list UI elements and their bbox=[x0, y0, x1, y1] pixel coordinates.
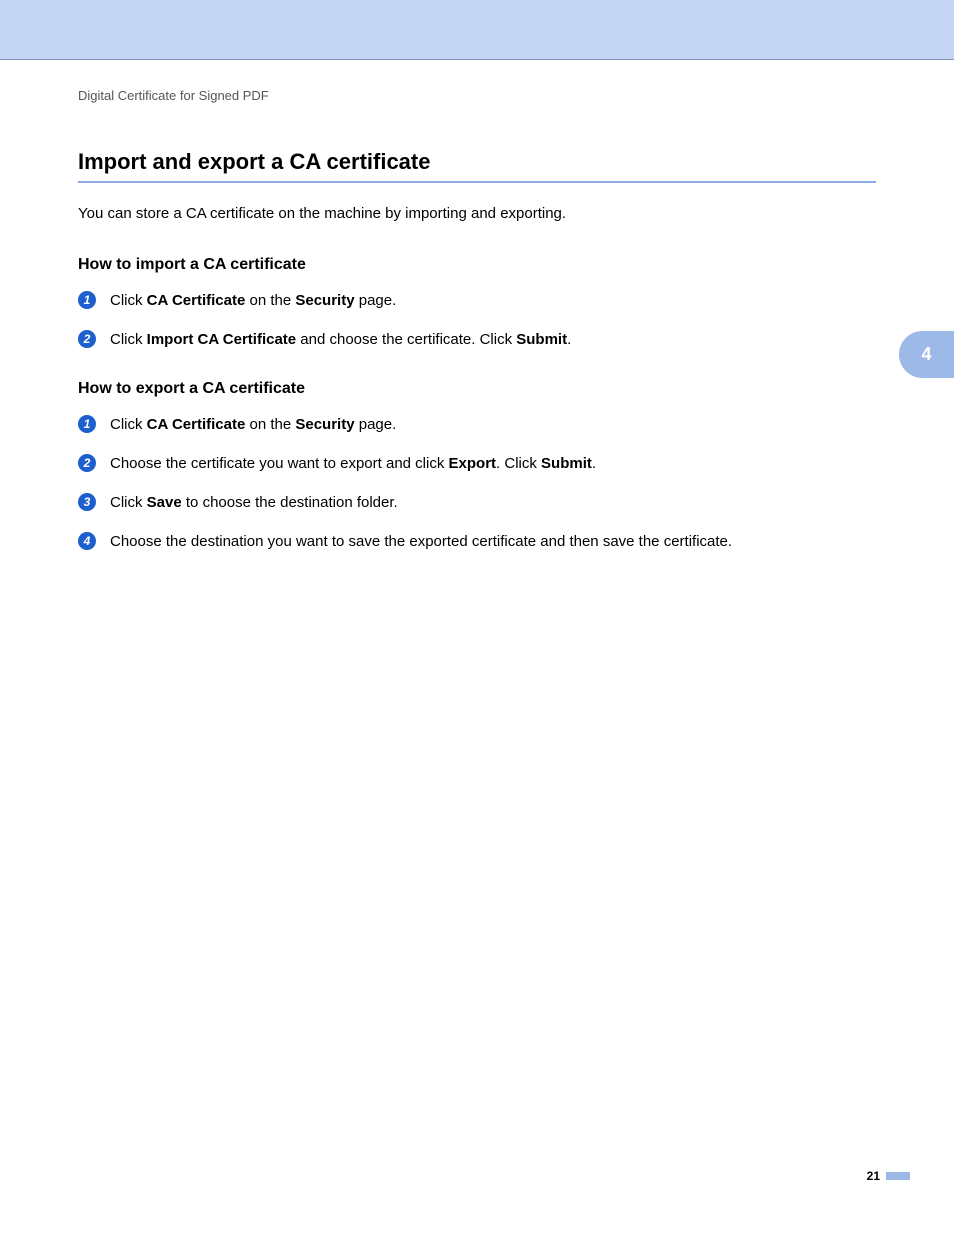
step-text-bold: Security bbox=[295, 416, 354, 433]
step-text-part: on the bbox=[245, 416, 295, 433]
step-number-icon: 2 bbox=[78, 454, 96, 472]
breadcrumb: Digital Certificate for Signed PDF bbox=[78, 88, 876, 103]
page-number: 21 bbox=[867, 1169, 880, 1183]
export-step: 2 Choose the certificate you want to exp… bbox=[78, 453, 876, 474]
step-text: Click Import CA Certificate and choose t… bbox=[110, 329, 876, 350]
step-number-icon: 3 bbox=[78, 493, 96, 511]
step-text-bold: Export bbox=[449, 455, 497, 472]
step-text-part: Click bbox=[110, 416, 147, 433]
footer-accent-bar bbox=[886, 1172, 910, 1180]
import-step: 2 Click Import CA Certificate and choose… bbox=[78, 329, 876, 350]
step-text: Click Save to choose the destination fol… bbox=[110, 492, 876, 513]
chapter-tab: 4 bbox=[899, 331, 954, 378]
step-number-icon: 4 bbox=[78, 532, 96, 550]
step-text: Choose the destination you want to save … bbox=[110, 531, 876, 552]
step-text-bold: Security bbox=[295, 292, 354, 309]
step-text-part: . Click bbox=[496, 455, 541, 472]
intro-paragraph: You can store a CA certificate on the ma… bbox=[78, 205, 876, 222]
step-text-part: Click bbox=[110, 494, 147, 511]
step-number-icon: 1 bbox=[78, 291, 96, 309]
step-text-part: Choose the destination you want to save … bbox=[110, 533, 732, 550]
page-title: Import and export a CA certificate bbox=[78, 149, 876, 183]
step-text-bold: Submit bbox=[541, 455, 592, 472]
step-text: Choose the certificate you want to expor… bbox=[110, 453, 876, 474]
step-text-part: and choose the certificate. Click bbox=[296, 331, 516, 348]
import-heading: How to import a CA certificate bbox=[78, 256, 876, 274]
header-band bbox=[0, 0, 954, 60]
page-content: Digital Certificate for Signed PDF Impor… bbox=[0, 60, 954, 552]
step-text: Click CA Certificate on the Security pag… bbox=[110, 290, 876, 311]
export-heading: How to export a CA certificate bbox=[78, 380, 876, 398]
step-number-icon: 2 bbox=[78, 330, 96, 348]
step-text-part: Click bbox=[110, 331, 147, 348]
footer: 21 bbox=[867, 1169, 910, 1183]
step-text: Click CA Certificate on the Security pag… bbox=[110, 414, 876, 435]
export-step: 4 Choose the destination you want to sav… bbox=[78, 531, 876, 552]
export-section: How to export a CA certificate 1 Click C… bbox=[78, 380, 876, 552]
export-step: 3 Click Save to choose the destination f… bbox=[78, 492, 876, 513]
step-text-part: to choose the destination folder. bbox=[182, 494, 398, 511]
step-text-part: page. bbox=[355, 292, 397, 309]
step-text-bold: Submit bbox=[516, 331, 567, 348]
step-text-bold: Save bbox=[147, 494, 182, 511]
step-text-part: on the bbox=[245, 292, 295, 309]
step-text-bold: CA Certificate bbox=[147, 292, 246, 309]
step-text-bold: Import CA Certificate bbox=[147, 331, 296, 348]
step-text-part: page. bbox=[355, 416, 397, 433]
step-text-bold: CA Certificate bbox=[147, 416, 246, 433]
import-section: How to import a CA certificate 1 Click C… bbox=[78, 256, 876, 350]
step-text-part: . bbox=[592, 455, 596, 472]
step-text-part: Choose the certificate you want to expor… bbox=[110, 455, 449, 472]
step-number-icon: 1 bbox=[78, 415, 96, 433]
import-step: 1 Click CA Certificate on the Security p… bbox=[78, 290, 876, 311]
export-step: 1 Click CA Certificate on the Security p… bbox=[78, 414, 876, 435]
step-text-part: Click bbox=[110, 292, 147, 309]
step-text-part: . bbox=[567, 331, 571, 348]
